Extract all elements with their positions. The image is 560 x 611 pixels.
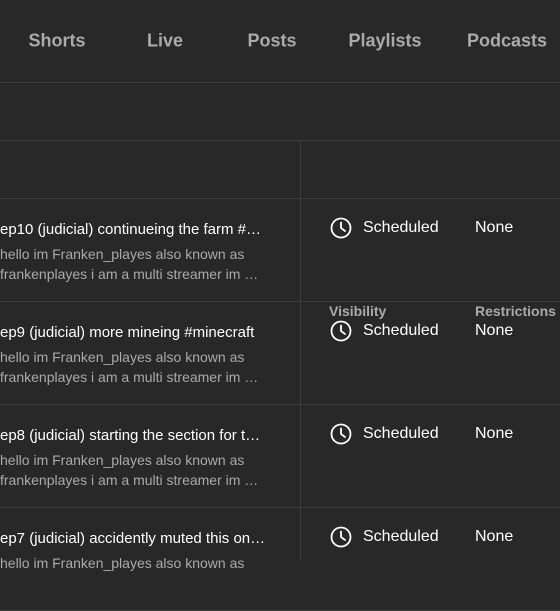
clock-icon bbox=[330, 217, 352, 239]
visibility-cell[interactable]: Scheduled bbox=[330, 217, 439, 239]
visibility-label: Scheduled bbox=[363, 322, 439, 339]
description-line: frankenplayes i am a multi streamer im … bbox=[0, 472, 259, 488]
restrictions-value: None bbox=[475, 528, 514, 545]
restrictions-value: None bbox=[475, 322, 514, 339]
tab-live[interactable]: Live bbox=[147, 31, 183, 52]
video-description: hello im Franken_playes also known as fr… bbox=[0, 244, 290, 284]
video-title[interactable]: ep8 (judicial) starting the section for … bbox=[0, 427, 296, 445]
tab-podcasts[interactable]: Podcasts bbox=[467, 31, 547, 52]
video-title[interactable]: ep9 (judicial) more mineing #minecraft bbox=[0, 324, 296, 342]
description-line: hello im Franken_playes also known as bbox=[0, 555, 245, 571]
restrictions-value: None bbox=[475, 425, 514, 442]
video-description: hello im Franken_playes also known as bbox=[0, 553, 290, 573]
video-description: hello im Franken_playes also known as fr… bbox=[0, 347, 290, 387]
table-header: Visibility Restrictions bbox=[0, 141, 560, 319]
description-line: hello im Franken_playes also known as bbox=[0, 349, 245, 365]
video-title[interactable]: ep10 (judicial) continueing the farm #… bbox=[0, 221, 296, 239]
table-row[interactable]: ep9 (judicial) more mineing #minecraft h… bbox=[0, 302, 560, 405]
description-line: hello im Franken_playes also known as bbox=[0, 246, 245, 262]
video-title[interactable]: ep7 (judicial) accidently muted this on… bbox=[0, 530, 296, 548]
visibility-label: Scheduled bbox=[363, 528, 439, 545]
channel-tabs: Shorts Live Posts Playlists Podcasts bbox=[0, 0, 560, 83]
clock-icon bbox=[330, 423, 352, 445]
table-row[interactable]: ep10 (judicial) continueing the farm #… … bbox=[0, 199, 560, 302]
description-line: frankenplayes i am a multi streamer im … bbox=[0, 266, 259, 282]
visibility-label: Scheduled bbox=[363, 219, 439, 236]
visibility-cell[interactable]: Scheduled bbox=[330, 526, 439, 548]
description-line: frankenplayes i am a multi streamer im … bbox=[0, 369, 259, 385]
tab-playlists[interactable]: Playlists bbox=[348, 31, 421, 52]
filter-bar[interactable] bbox=[0, 83, 560, 141]
table-row[interactable]: ep8 (judicial) starting the section for … bbox=[0, 405, 560, 508]
clock-icon bbox=[330, 526, 352, 548]
tab-shorts[interactable]: Shorts bbox=[28, 31, 85, 52]
visibility-cell[interactable]: Scheduled bbox=[330, 320, 439, 342]
restrictions-value: None bbox=[475, 219, 514, 236]
video-description: hello im Franken_playes also known as fr… bbox=[0, 450, 290, 490]
description-line: hello im Franken_playes also known as bbox=[0, 452, 245, 468]
tab-posts[interactable]: Posts bbox=[247, 31, 296, 52]
clock-icon bbox=[330, 320, 352, 342]
visibility-label: Scheduled bbox=[363, 425, 439, 442]
visibility-cell[interactable]: Scheduled bbox=[330, 423, 439, 445]
